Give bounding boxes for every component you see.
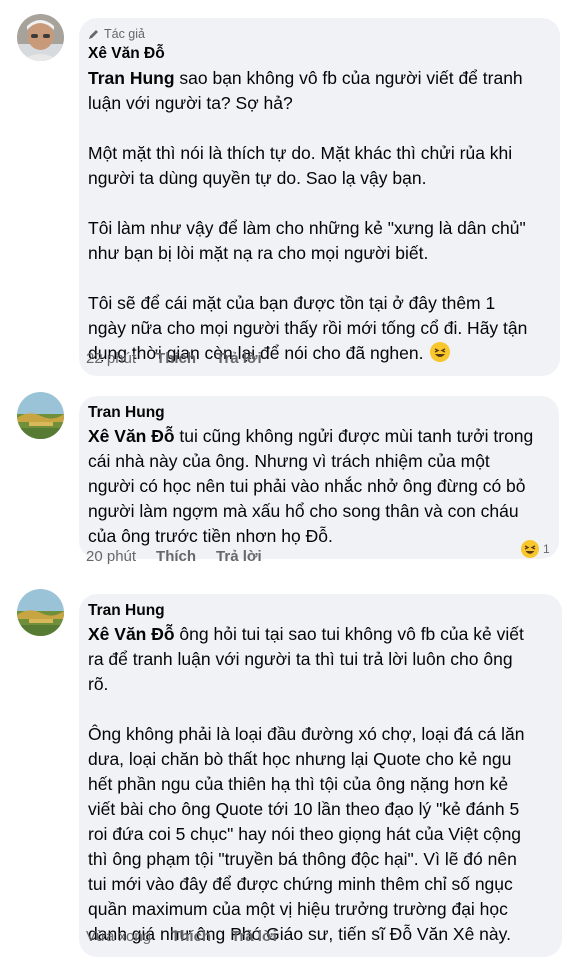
text-line: Tôi làm như vậy để làm cho những kẻ "xưn… — [88, 218, 526, 238]
text-line: Một mặt thì nói là thích tự do. Mặt khác… — [88, 143, 513, 163]
text-line: Ông không phải là loại đầu đường xó chợ,… — [88, 724, 525, 744]
author-badge: Tác giả — [88, 26, 548, 42]
landscape-avatar-photo — [17, 392, 64, 439]
reply-button[interactable]: Trả lời — [216, 350, 262, 367]
text-line: dưa, loại chăn bò thất học nhưng lại Quo… — [88, 749, 512, 769]
timestamp[interactable]: 22 phút — [86, 350, 136, 367]
avatar[interactable] — [17, 392, 64, 439]
avatar[interactable] — [17, 14, 64, 61]
comment-text: Xê Văn Đỗ tui cũng không ngửi được mùi t… — [88, 424, 547, 549]
timestamp[interactable]: Vừa xong — [86, 928, 151, 945]
text-line: của ông trước tiền nhơn họ Đỗ. — [88, 526, 333, 546]
pencil-icon — [89, 30, 98, 39]
timestamp[interactable]: 20 phút — [86, 548, 136, 565]
comment-actions: Vừa xong Thích Trả lời — [86, 928, 297, 945]
reaction-summary[interactable]: 1 — [521, 540, 550, 558]
text-line: luận với người ta? Sợ hả? — [88, 93, 293, 113]
mention-link[interactable]: Tran Hung — [88, 68, 175, 88]
reaction-count: 1 — [543, 542, 550, 556]
mention-link[interactable]: Xê Văn Đỗ — [88, 624, 175, 644]
text-line: người có học nên tui phải vào nhắc nhở ô… — [88, 476, 526, 496]
text-line: người ta dùng quyền tự do. Sao lạ vậy bạ… — [88, 168, 427, 188]
haha-reaction-icon — [521, 540, 539, 558]
text-line: hết phần ngu của thiên hạ thì tội của ôn… — [88, 774, 509, 794]
like-button[interactable]: Thích — [156, 350, 196, 367]
avatar[interactable] — [17, 589, 64, 636]
comment-author[interactable]: Tran Hung — [88, 402, 547, 423]
reply-button[interactable]: Trả lời — [231, 928, 277, 945]
text-line: tui mới vào đây để được chứng minh thêm … — [88, 874, 513, 894]
like-button[interactable]: Thích — [156, 548, 196, 565]
landscape-avatar-photo — [17, 589, 64, 636]
laughing-emoji-icon — [430, 342, 451, 362]
author-avatar-photo — [17, 14, 64, 61]
text-line: cái nhà này của ông. Nhưng vì trách nhiệ… — [88, 451, 490, 471]
text-line: ra để tranh luận với người ta thì tui tr… — [88, 649, 513, 669]
text-line: roi đứa coi 5 chục" hay nói theo giọng h… — [88, 824, 522, 844]
like-button[interactable]: Thích — [171, 928, 211, 945]
comment-bubble: Tran Hung Xê Văn Đỗ ông hỏi tui tại sao … — [79, 594, 562, 957]
comment-author[interactable]: Tran Hung — [88, 600, 550, 621]
mention-link[interactable]: Xê Văn Đỗ — [88, 426, 175, 446]
text-line: Tôi sẽ để cái mặt của bạn được tồn tại ở… — [88, 293, 496, 313]
badge-label: Tác giả — [104, 27, 145, 41]
text-line: viết bài cho ông Quote tới 10 lần theo đ… — [88, 799, 520, 819]
reply-button[interactable]: Trả lời — [216, 548, 262, 565]
comment-bubble: Tác giả Xê Văn Đỗ Tran Hung sao bạn khôn… — [79, 18, 560, 376]
text-line: Xê Văn Đỗ tui cũng không ngửi được mùi t… — [88, 426, 534, 446]
comment-bubble: Tran Hung Xê Văn Đỗ tui cũng không ngửi … — [79, 396, 559, 559]
text-line: ngày nữa cho mọi người thấy rồi mới tống… — [88, 318, 528, 338]
comment-actions: 22 phút Thích Trả lời — [86, 350, 282, 367]
text-line: người làm ngợm mà xấu hổ cho song thân v… — [88, 501, 519, 521]
comment-actions: 20 phút Thích Trả lời — [86, 548, 282, 565]
text-line: thì ông phạm tội "truyền bá thông độc hạ… — [88, 849, 517, 869]
text-line: quần maximum của một vị hiệu trưởng trườ… — [88, 899, 508, 919]
comment-author[interactable]: Xê Văn Đỗ — [88, 43, 548, 64]
text-line: Xê Văn Đỗ ông hỏi tui tại sao tui không … — [88, 624, 524, 644]
text-line: như bạn bị lòi mặt nạ ra cho mọi người b… — [88, 243, 429, 263]
comment-text: Tran Hung sao bạn không vô fb của người … — [88, 66, 548, 366]
text-line: Tran Hung sao bạn không vô fb của người … — [88, 68, 523, 88]
text-line: rõ. — [88, 674, 109, 694]
comment-text: Xê Văn Đỗ ông hỏi tui tại sao tui không … — [88, 622, 550, 947]
